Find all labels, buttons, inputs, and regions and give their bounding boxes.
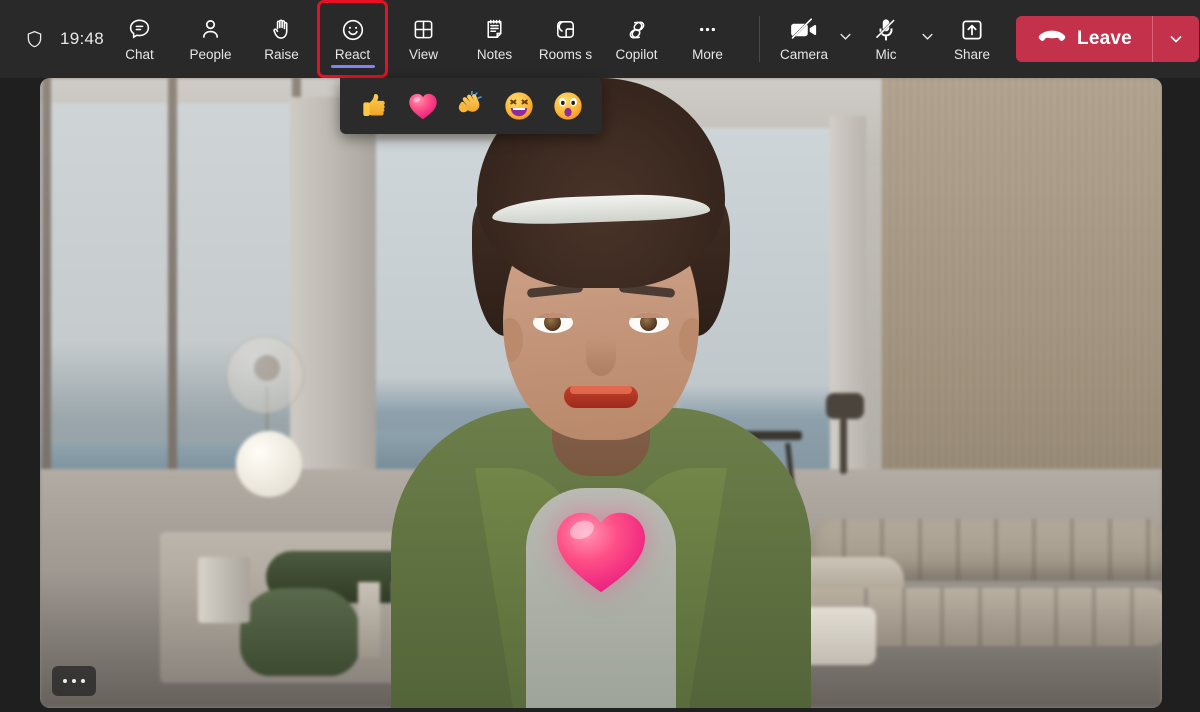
chat-icon [126, 16, 154, 44]
toolbar-label-view: View [409, 47, 438, 63]
reaction-laugh[interactable] [501, 88, 537, 124]
meeting-clock: 19:48 [60, 29, 104, 49]
heart-reaction-overlay [553, 506, 649, 594]
dot-icon [81, 679, 85, 683]
toolbar-separator [759, 16, 760, 62]
raise-hand-icon [268, 16, 296, 44]
toolbar-center-group: Chat People Raise [104, 0, 776, 78]
toolbar-label-people: People [190, 47, 232, 63]
toolbar-label-more: More [692, 47, 723, 63]
leave-button[interactable]: Leave [1016, 16, 1152, 62]
toolbar-label-chat: Chat [125, 47, 154, 63]
meeting-toolbar: 19:48 Chat [0, 0, 1200, 78]
toolbar-label-rooms: Rooms s [539, 47, 592, 63]
dot-icon [63, 679, 67, 683]
reaction-surprised[interactable] [550, 88, 586, 124]
view-grid-icon [410, 16, 438, 44]
dot-icon [72, 679, 76, 683]
more-ellipsis-icon [694, 16, 722, 44]
toolbar-button-copilot[interactable]: Copilot [601, 0, 672, 78]
camera-off-icon [789, 16, 819, 44]
tile-more-options-button[interactable] [52, 666, 96, 696]
copilot-icon [623, 16, 651, 44]
toolbar-button-react[interactable]: React [317, 0, 388, 78]
shield-icon [22, 27, 46, 51]
toolbar-button-notes[interactable]: Notes [459, 0, 530, 78]
teams-meeting-window: 19:48 Chat [0, 0, 1200, 712]
toolbar-button-more[interactable]: More [672, 0, 743, 78]
react-smiley-icon [339, 16, 367, 44]
people-icon [197, 16, 225, 44]
camera-options-chevron[interactable] [832, 0, 858, 78]
toolbar-left-group: 19:48 [0, 27, 104, 51]
leave-button-group: Leave [1016, 16, 1199, 62]
toolbar-label-raise: Raise [264, 47, 299, 63]
active-indicator [331, 65, 375, 68]
toolbar-button-chat[interactable]: Chat [104, 0, 175, 78]
reaction-thumbs-up[interactable] [356, 88, 392, 124]
share-screen-button[interactable]: Share [940, 0, 1004, 78]
share-screen-icon [957, 16, 987, 44]
toolbar-button-rooms[interactable]: Rooms s [530, 0, 601, 78]
mic-control-group: Mic [858, 0, 940, 78]
reaction-heart[interactable] [405, 88, 441, 124]
toolbar-label-react: React [335, 47, 370, 63]
notes-icon [481, 16, 509, 44]
toolbar-label-notes: Notes [477, 47, 512, 63]
leave-options-chevron[interactable] [1153, 16, 1199, 62]
camera-label: Camera [780, 47, 828, 63]
mic-label: Mic [876, 47, 897, 63]
share-label: Share [954, 47, 990, 63]
video-tile-avatar[interactable] [40, 78, 1162, 708]
mic-off-icon [871, 16, 901, 44]
toolbar-button-view[interactable]: View [388, 0, 459, 78]
camera-toggle-button[interactable]: Camera [776, 0, 832, 78]
reactions-flyout [340, 78, 602, 134]
toolbar-right-group: Camera [776, 0, 1200, 78]
toolbar-button-raise[interactable]: Raise [246, 0, 317, 78]
hangup-icon [1038, 29, 1066, 50]
reaction-applause[interactable] [453, 88, 489, 124]
avatar [386, 148, 816, 708]
mic-toggle-button[interactable]: Mic [858, 0, 914, 78]
mic-options-chevron[interactable] [914, 0, 940, 78]
meeting-stage [0, 78, 1200, 712]
leave-label: Leave [1077, 28, 1132, 50]
camera-control-group: Camera [776, 0, 858, 78]
rooms-icon [552, 16, 580, 44]
toolbar-label-copilot: Copilot [616, 47, 658, 63]
toolbar-button-people[interactable]: People [175, 0, 246, 78]
